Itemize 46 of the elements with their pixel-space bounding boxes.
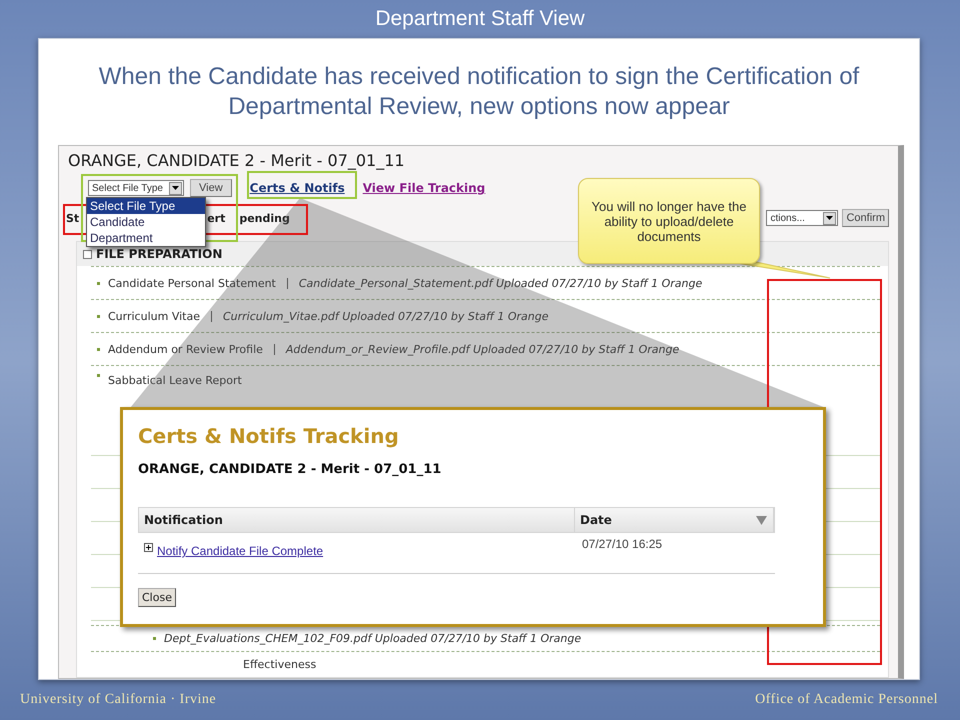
link[interactable]: View File Tracking bbox=[362, 181, 486, 195]
bullet-icon bbox=[97, 374, 100, 377]
notification-link[interactable]: Notify Candidate File Complete bbox=[157, 544, 324, 558]
callout-note: You will no longer have the ability to upload/delete documents bbox=[578, 178, 760, 264]
view-button[interactable]: View bbox=[190, 179, 232, 197]
separator-bar bbox=[274, 344, 275, 354]
document-label: Candidate Personal Statement bbox=[108, 276, 276, 290]
slide-title: Department Staff View bbox=[374, 6, 586, 32]
bullet-icon bbox=[97, 282, 100, 284]
file-type-select[interactable]: Select File Type bbox=[88, 180, 184, 196]
bullet-icon bbox=[97, 348, 100, 350]
document-label: Curriculum Vitae bbox=[108, 310, 200, 322]
status-text: ert bbox=[207, 212, 226, 224]
document-label: Sabbatical Leave Report bbox=[108, 374, 242, 387]
file-info: Addendum_or_Review_Profile.pdf Uploaded 07/27/10 by Staff 1 Orange bbox=[286, 342, 680, 356]
file-info: Curriculum_Vitae.pdf Uploaded 07/27/10 by Staff 1 Orange bbox=[222, 310, 549, 322]
bullet-icon bbox=[97, 314, 100, 318]
separator-bar bbox=[210, 310, 212, 322]
expand-icon[interactable] bbox=[144, 543, 153, 552]
slide-heading: When the Candidate has received notification to sign the Certification of Departmental Review, new options now appear bbox=[98, 62, 860, 122]
footer-office: Office of Academic Personnel bbox=[755, 692, 938, 708]
popup-subtitle: ORANGE, CANDIDATE 2 - Merit - 07_01_11 bbox=[138, 462, 442, 477]
document-label: Effectiveness bbox=[243, 658, 316, 671]
dropdown-option[interactable]: Department bbox=[87, 230, 205, 246]
file-info: Dept_Evaluations_CHEM_102_F09.pdf Uploaded 07/27/10 by Staff 1 Orange bbox=[164, 632, 582, 645]
footer-university: University of California · Irvine bbox=[20, 692, 216, 708]
actions-select[interactable]: ctions... bbox=[766, 210, 838, 226]
dropdown-option[interactable]: Select File Type bbox=[87, 198, 205, 214]
popup-title: Certs & Notifs Tracking bbox=[138, 424, 400, 448]
date-text: 07/27/10 16:25 bbox=[581, 536, 662, 551]
link[interactable]: Certs & Notifs bbox=[250, 181, 345, 195]
collapse-icon[interactable] bbox=[83, 250, 92, 258]
separator-bar bbox=[286, 278, 288, 288]
status-text: St bbox=[66, 212, 80, 224]
dropdown-option[interactable]: Candidate bbox=[87, 214, 205, 230]
column-header[interactable]: Notification bbox=[139, 508, 575, 532]
sort-icon[interactable] bbox=[756, 516, 767, 524]
document-label: Addendum or Review Profile bbox=[108, 342, 263, 356]
candidate-title: ORANGE, CANDIDATE 2 - Merit - 07_01_11 bbox=[68, 151, 406, 171]
column-header[interactable]: Date bbox=[575, 508, 774, 532]
confirm-button[interactable]: Confirm bbox=[842, 209, 889, 227]
status-text: pending bbox=[239, 212, 290, 224]
bullet-icon bbox=[153, 637, 156, 640]
close-button[interactable]: Close bbox=[138, 588, 176, 607]
section-title: FILE PREPARATION bbox=[96, 247, 222, 261]
file-info: Candidate_Personal_Statement.pdf Uploaded 07/27/10 by Staff 1 Orange bbox=[298, 276, 702, 290]
